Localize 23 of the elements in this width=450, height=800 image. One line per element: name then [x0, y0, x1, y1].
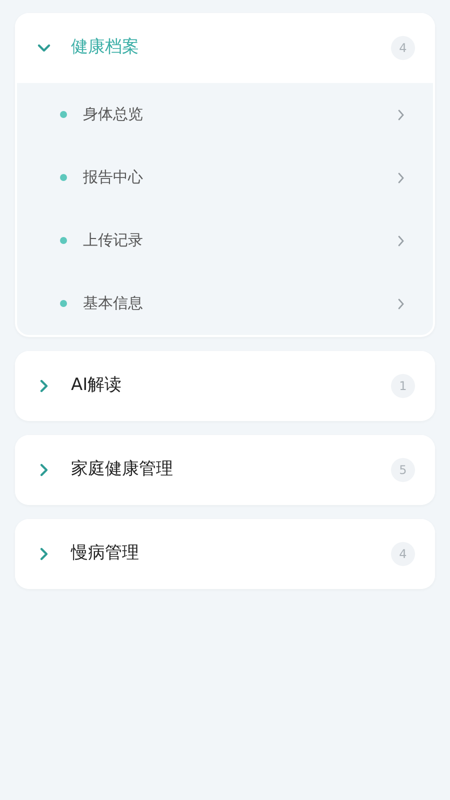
item-label: 报告中心 — [83, 167, 144, 188]
count-badge: 4 — [391, 542, 415, 566]
section-title[interactable]: 慢病管理 — [71, 541, 391, 567]
item-label: 上传记录 — [83, 230, 144, 252]
menu-item[interactable]: 上传记录 — [17, 209, 433, 272]
bullet-icon — [60, 174, 67, 181]
chevron-right-icon — [397, 108, 405, 120]
bullet-icon — [60, 237, 67, 244]
item-label: 身体总览 — [83, 104, 144, 126]
chevron-right-icon — [397, 298, 405, 310]
menu-item[interactable]: 身体总览 — [17, 83, 433, 146]
count-badge: 5 — [391, 458, 415, 482]
menu-item[interactable]: 报告中心 — [17, 146, 433, 209]
bullet-icon — [60, 300, 67, 307]
count-badge: 1 — [391, 374, 415, 398]
bullet-icon — [60, 111, 67, 118]
menu-item[interactable]: 基本信息 — [17, 272, 433, 335]
item-label: 基本信息 — [83, 293, 144, 314]
count-badge: 4 — [391, 36, 415, 60]
chevron-right-icon — [397, 172, 405, 184]
chevron-right-icon — [397, 234, 405, 246]
section-title[interactable]: 家庭健康管理 — [71, 457, 391, 483]
section-title[interactable]: AI解读 — [71, 373, 391, 399]
